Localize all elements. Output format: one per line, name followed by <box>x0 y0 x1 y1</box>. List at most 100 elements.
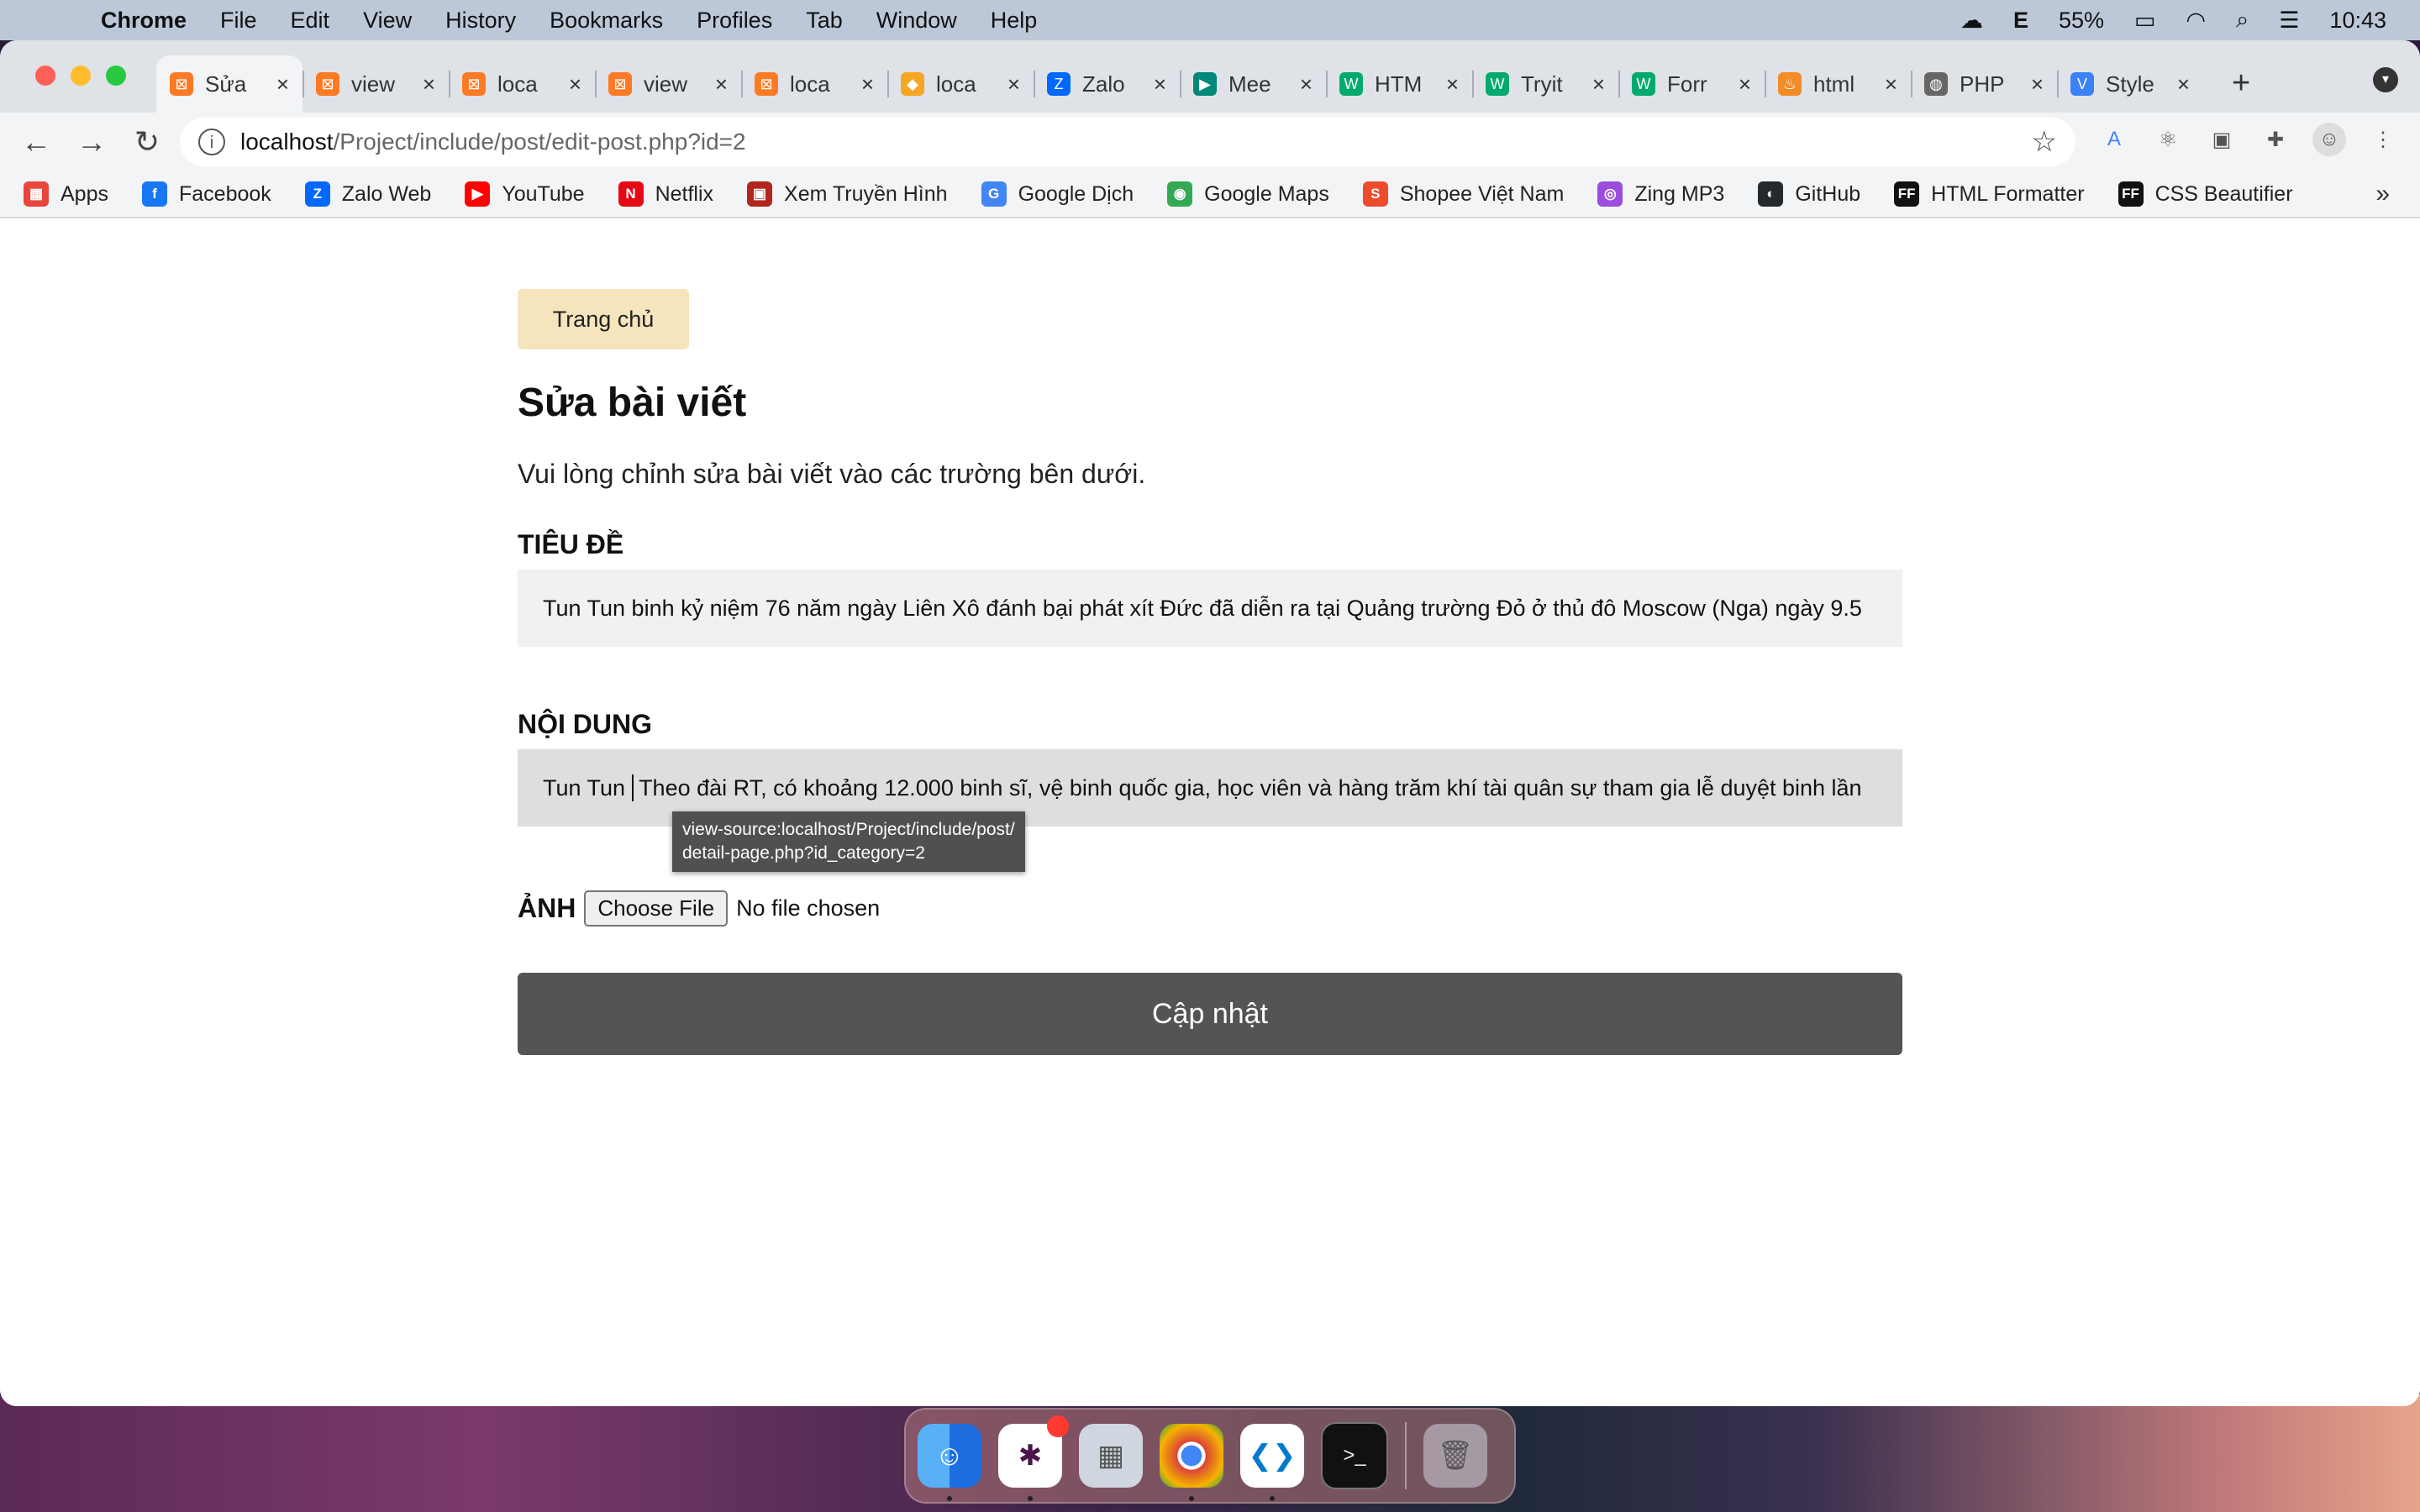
bookmark-item[interactable]: ▣ Xem Truyền Hình <box>747 181 948 207</box>
close-tab-icon[interactable]: × <box>1154 71 1166 97</box>
browser-tab[interactable]: ⊠ Sửa × <box>156 55 302 113</box>
menu-tab[interactable]: Tab <box>806 8 843 34</box>
browser-tab[interactable]: W Forr × <box>1618 55 1765 113</box>
new-tab-button[interactable]: + <box>2232 66 2250 102</box>
globe-icon: ◍ <box>1924 72 1948 96</box>
close-tab-icon[interactable]: × <box>2031 71 2044 97</box>
menu-edit[interactable]: Edit <box>291 8 330 34</box>
forward-icon[interactable]: → <box>64 124 119 160</box>
profile-avatar[interactable]: ☺ <box>2312 123 2346 156</box>
bookmark-item[interactable]: S Shopee Việt Nam <box>1362 181 1564 207</box>
tab-title: Tryit <box>1521 71 1563 97</box>
tab-title: loca <box>936 71 976 97</box>
react-devtools-icon[interactable]: ⚛ <box>2151 123 2185 156</box>
close-tab-icon[interactable]: × <box>715 71 728 97</box>
bookmark-item[interactable]: N Netflix <box>618 181 713 207</box>
e-status-icon[interactable]: E <box>2013 8 2028 34</box>
menu-app-name[interactable]: Chrome <box>101 8 187 34</box>
control-center-icon[interactable]: ☰ <box>2279 8 2299 34</box>
facebook-icon: f <box>141 181 167 207</box>
browser-tab[interactable]: ♨ html × <box>1765 55 1911 113</box>
vscode-icon[interactable]: ❮❯ <box>1240 1424 1304 1501</box>
bookmark-item[interactable]: Z Zalo Web <box>304 181 431 207</box>
bookmark-star-icon[interactable]: ☆ <box>2032 125 2057 159</box>
zoom-window-button[interactable] <box>106 66 126 86</box>
bookmark-label: Facebook <box>178 181 271 206</box>
update-button[interactable]: Cập nhật <box>518 973 1902 1055</box>
close-tab-icon[interactable]: × <box>2177 71 2190 97</box>
url-path: /Project/include/post/edit-post.php?id=2 <box>333 129 746 155</box>
menu-view[interactable]: View <box>363 8 412 34</box>
close-tab-icon[interactable]: × <box>1007 71 1020 97</box>
close-tab-icon[interactable]: × <box>569 71 581 97</box>
browser-tab[interactable]: ▶ Mee × <box>1180 55 1326 113</box>
chrome-menu-icon[interactable]: ⋮ <box>2366 123 2400 156</box>
bookmark-item[interactable]: ◐ GitHub <box>1758 181 1860 207</box>
close-tab-icon[interactable]: × <box>423 71 435 97</box>
browser-tab[interactable]: W Tryit × <box>1472 55 1618 113</box>
menu-bookmarks[interactable]: Bookmarks <box>550 8 663 34</box>
translate-extension-icon[interactable]: A <box>2097 123 2131 156</box>
browser-tab[interactable]: ⊠ view × <box>302 55 449 113</box>
browser-tab[interactable]: Z Zalo × <box>1034 55 1180 113</box>
home-button[interactable]: Trang chủ <box>518 289 689 349</box>
menu-file[interactable]: File <box>220 8 257 34</box>
bookmark-item[interactable]: f Facebook <box>141 181 271 207</box>
battery-percent[interactable]: 55% <box>2059 8 2104 34</box>
browser-tab[interactable]: ⊠ view × <box>595 55 741 113</box>
browser-tab[interactable]: ◍ PHP × <box>1911 55 2057 113</box>
bookmark-item[interactable]: ◎ Zing MP3 <box>1597 181 1724 207</box>
minimize-window-button[interactable] <box>71 66 91 86</box>
menu-window[interactable]: Window <box>876 8 957 34</box>
close-tab-icon[interactable]: × <box>861 71 874 97</box>
bookmark-item[interactable]: ▦ Apps <box>24 181 108 207</box>
back-icon[interactable]: ← <box>8 124 64 160</box>
xampp-icon: ⊠ <box>170 72 193 96</box>
wifi-icon[interactable]: ◠ <box>2186 8 2207 34</box>
bookmark-label: Apps <box>60 181 108 206</box>
window-controls <box>35 66 126 86</box>
netflix-icon: N <box>618 181 644 207</box>
meet-icon: ▶ <box>1193 72 1217 96</box>
close-tab-icon[interactable]: × <box>276 71 289 97</box>
trash-icon[interactable]: 🗑 <box>1423 1424 1487 1488</box>
close-tab-icon[interactable]: × <box>1885 71 1897 97</box>
browser-tab[interactable]: W HTM × <box>1326 55 1472 113</box>
menu-help[interactable]: Help <box>991 8 1038 34</box>
bookmark-item[interactable]: G Google Dịch <box>981 181 1134 207</box>
extension-icon[interactable]: ▣ <box>2205 123 2238 156</box>
close-tab-icon[interactable]: × <box>1739 71 1751 97</box>
battery-icon[interactable]: ▭ <box>2134 8 2156 34</box>
reload-icon[interactable]: ↻ <box>119 124 175 160</box>
close-tab-icon[interactable]: × <box>1592 71 1605 97</box>
chrome-icon[interactable] <box>1160 1424 1223 1501</box>
close-window-button[interactable] <box>35 66 55 86</box>
address-bar[interactable]: i localhost/Project/include/post/edit-po… <box>180 118 2075 166</box>
launchpad-icon[interactable]: ▦ <box>1079 1424 1143 1488</box>
choose-file-button[interactable]: Choose File <box>584 890 729 927</box>
browser-tab[interactable]: V Style × <box>2057 55 2203 113</box>
bookmarks-overflow-icon[interactable]: » <box>2375 180 2390 208</box>
bookmark-item[interactable]: FF HTML Formatter <box>1894 181 2085 207</box>
menu-profiles[interactable]: Profiles <box>697 8 772 34</box>
close-tab-icon[interactable]: × <box>1446 71 1459 97</box>
slack-icon[interactable]: ✱ <box>998 1415 1069 1501</box>
site-info-icon[interactable]: i <box>198 129 225 155</box>
title-input[interactable]: Tun Tun binh kỷ niệm 76 năm ngày Liên Xô… <box>518 570 1902 647</box>
browser-tab[interactable]: ⊠ loca × <box>449 55 595 113</box>
browser-tab[interactable]: ◆ loca × <box>887 55 1034 113</box>
tab-title: Sửa <box>205 71 247 97</box>
close-tab-icon[interactable]: × <box>1300 71 1313 97</box>
bookmark-item[interactable]: ◉ Google Maps <box>1167 181 1329 207</box>
terminal-icon[interactable]: >_ <box>1321 1422 1388 1489</box>
tab-search-icon[interactable]: ▾ <box>2373 67 2398 92</box>
finder-icon[interactable]: ☺ <box>918 1424 981 1501</box>
menubar-clock[interactable]: 10:43 <box>2329 8 2386 34</box>
spotlight-icon[interactable]: ⌕ <box>2236 7 2249 34</box>
menu-history[interactable]: History <box>445 8 516 34</box>
puzzle-icon[interactable]: ✚ <box>2259 123 2292 156</box>
bookmark-item[interactable]: ▶ YouTube <box>465 181 585 207</box>
creative-cloud-icon[interactable]: ☁ <box>1960 8 1983 34</box>
browser-tab[interactable]: ⊠ loca × <box>741 55 887 113</box>
bookmark-item[interactable]: FF CSS Beautifier <box>2118 181 2293 207</box>
